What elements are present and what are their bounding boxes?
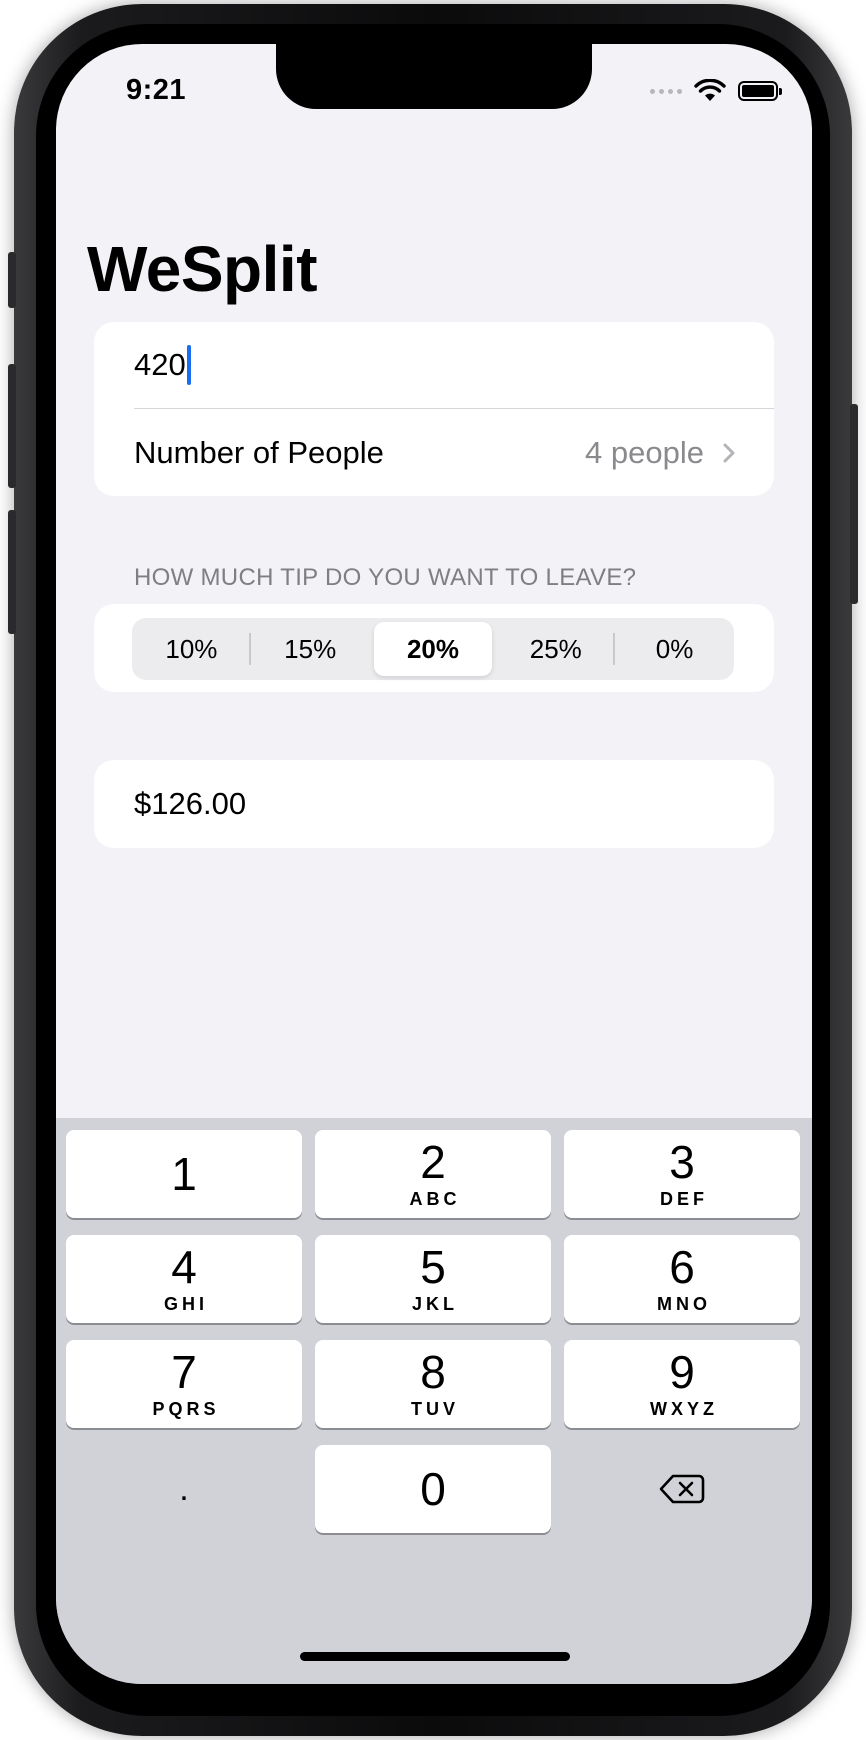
delete-key[interactable]	[564, 1445, 800, 1533]
tip-option-15[interactable]: 15%	[251, 618, 370, 680]
tip-section: 10% 15% 20% 25% 0%	[94, 604, 774, 692]
chevron-right-icon	[723, 443, 735, 462]
tip-segmented-control[interactable]: 10% 15% 20% 25% 0%	[132, 618, 734, 680]
key-digit: 4	[171, 1240, 197, 1293]
volume-down-button	[8, 510, 16, 634]
amount-field[interactable]: 420	[94, 322, 774, 408]
cellular-signal-icon	[650, 88, 682, 94]
key-letters: DEF	[660, 1188, 708, 1209]
key-letters: MNO	[657, 1293, 711, 1314]
people-label: Number of People	[134, 434, 384, 470]
mute-switch	[8, 252, 16, 308]
key-digit: 8	[420, 1345, 446, 1398]
key-decimal[interactable]: .	[66, 1445, 302, 1533]
key-letters: GHI	[163, 1293, 208, 1314]
tip-option-25[interactable]: 25%	[496, 618, 615, 680]
wifi-icon	[694, 79, 726, 101]
notch	[276, 44, 592, 109]
key-digit: 9	[669, 1345, 695, 1398]
key-4[interactable]: 4 GHI	[66, 1235, 302, 1323]
key-digit: 7	[171, 1345, 197, 1398]
power-button	[850, 404, 858, 604]
tip-option-0[interactable]: 0%	[615, 618, 734, 680]
key-letters: TUV	[411, 1398, 459, 1419]
key-digit: 5	[420, 1240, 446, 1293]
key-2[interactable]: 2 ABC	[315, 1130, 551, 1218]
tip-option-20[interactable]: 20%	[373, 622, 493, 676]
key-letters: ABC	[409, 1188, 461, 1209]
text-cursor	[186, 345, 191, 385]
key-6[interactable]: 6 MNO	[564, 1235, 800, 1323]
key-digit: 1	[171, 1148, 197, 1200]
key-letters: PQRS	[152, 1398, 220, 1419]
key-digit: 3	[669, 1135, 695, 1188]
people-value: 4 people	[585, 434, 704, 470]
key-8[interactable]: 8 TUV	[315, 1340, 551, 1428]
tip-option-10[interactable]: 10%	[132, 618, 251, 680]
key-1[interactable]: 1	[66, 1130, 302, 1218]
key-digit: 2	[420, 1135, 446, 1188]
key-digit: .	[179, 1470, 189, 1508]
key-0[interactable]: 0	[315, 1445, 551, 1533]
key-3[interactable]: 3 DEF	[564, 1130, 800, 1218]
total-section: $126.00	[94, 760, 774, 848]
key-letters: WXYZ	[650, 1398, 718, 1419]
key-digit: 6	[669, 1240, 695, 1293]
status-icons	[650, 78, 782, 104]
key-7[interactable]: 7 PQRS	[66, 1340, 302, 1428]
number-of-people-picker[interactable]: Number of People 4 people	[94, 409, 774, 496]
home-indicator[interactable]	[300, 1652, 570, 1661]
amount-input-value[interactable]: 420	[134, 347, 186, 383]
tip-section-header: HOW MUCH TIP DO YOU WANT TO LEAVE?	[134, 564, 637, 591]
key-5[interactable]: 5 JKL	[315, 1235, 551, 1323]
volume-up-button	[8, 364, 16, 488]
screen: 9:21 WeSplit 420 Number of People 4 peop…	[56, 44, 812, 1684]
total-per-person: $126.00	[134, 786, 247, 821]
key-9[interactable]: 9 WXYZ	[564, 1340, 800, 1428]
delete-backward-icon	[659, 1474, 705, 1504]
numeric-keypad: 1 2 ABC 3 DEF 4 GHI 5 JKL 6 MNO 7 PQRS 8…	[56, 1118, 812, 1684]
status-time: 9:21	[126, 74, 187, 106]
input-section: 420 Number of People 4 people	[94, 322, 774, 496]
page-title: WeSplit	[87, 233, 318, 305]
battery-icon	[738, 81, 782, 101]
people-value-group: 4 people	[585, 435, 736, 471]
key-letters: JKL	[411, 1293, 458, 1314]
key-digit: 0	[420, 1463, 446, 1515]
